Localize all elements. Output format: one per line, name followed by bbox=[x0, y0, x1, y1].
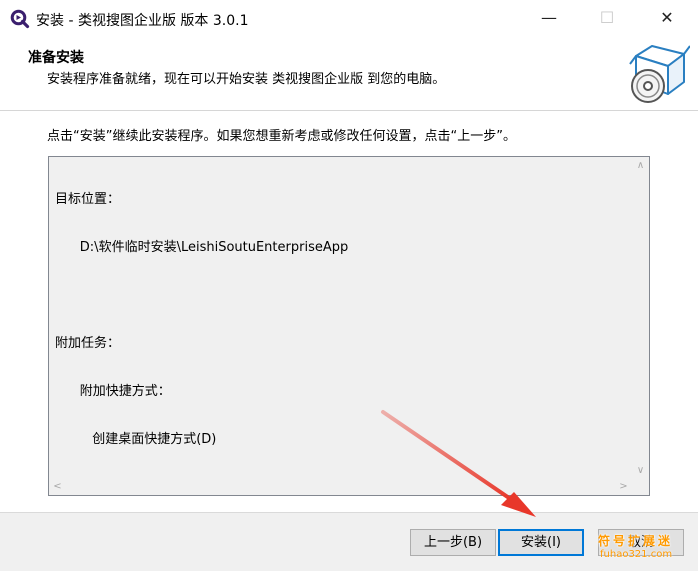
ready-memo-box[interactable]: 目标位置： D:\软件临时安装\LeishiSoutuEnterpriseApp… bbox=[48, 156, 650, 496]
scroll-up-icon[interactable]: ∧ bbox=[632, 157, 649, 174]
install-box-disc-icon bbox=[628, 42, 691, 106]
memo-line: 目标位置： bbox=[55, 192, 121, 207]
minimize-button[interactable]: — bbox=[526, 0, 572, 36]
memo-text: 目标位置： D:\软件临时安装\LeishiSoutuEnterpriseApp… bbox=[55, 160, 348, 480]
scrollbar-corner bbox=[632, 478, 649, 495]
app-magnifier-icon[interactable] bbox=[10, 9, 30, 29]
memo-line: D:\软件临时安装\LeishiSoutuEnterpriseApp bbox=[55, 240, 349, 255]
maximize-button[interactable]: ☐ bbox=[584, 0, 630, 36]
vertical-scrollbar[interactable]: ∧ ∨ bbox=[632, 157, 649, 479]
window-title: 安装 - 类视搜图企业版 版本 3.0.1 bbox=[36, 13, 249, 29]
memo-line: 附加任务： bbox=[55, 336, 121, 351]
memo-line: 创建桌面快捷方式(D) bbox=[55, 432, 217, 447]
install-button[interactable]: 安装(I) bbox=[498, 529, 584, 556]
instruction-text: 点击“安装”继续此安装程序。如果您想重新考虑或修改任何设置，点击“上一步”。 bbox=[47, 129, 516, 144]
title-bar[interactable]: 安装 - 类视搜图企业版 版本 3.0.1 — ☐ ✕ bbox=[0, 0, 698, 38]
back-button[interactable]: 上一步(B) bbox=[410, 529, 496, 556]
close-button[interactable]: ✕ bbox=[644, 0, 690, 36]
scroll-down-icon[interactable]: ∨ bbox=[632, 462, 649, 479]
memo-line bbox=[55, 288, 348, 304]
horizontal-scrollbar[interactable]: < > bbox=[49, 478, 632, 495]
scroll-right-icon[interactable]: > bbox=[615, 478, 632, 495]
page-subtitle: 安装程序准备就绪，现在可以开始安装 类视搜图企业版 到您的电脑。 bbox=[47, 72, 446, 87]
memo-line: 附加快捷方式： bbox=[55, 384, 171, 399]
scroll-left-icon[interactable]: < bbox=[49, 478, 66, 495]
page-title: 准备安装 bbox=[28, 50, 84, 66]
header-divider bbox=[0, 110, 698, 111]
button-bar bbox=[0, 512, 698, 571]
cancel-button[interactable]: 取消 bbox=[598, 529, 684, 556]
